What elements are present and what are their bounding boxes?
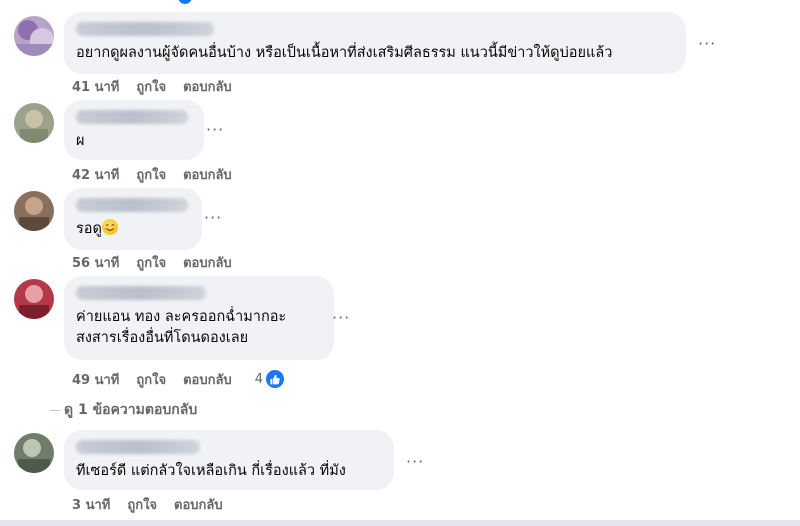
avatar[interactable] xyxy=(14,191,54,231)
reaction-count: 4 xyxy=(254,371,263,387)
comment-bubble: อยากดูผลงานผู้จัดคนอื่นบ้าง หรือเป็นเนื้… xyxy=(64,12,686,74)
comment-item: ทีเซอร์ดี แต่กลัวใจเหลือเกิน กี่เรื่องแล… xyxy=(14,430,494,520)
like-button[interactable]: ถูกใจ xyxy=(136,76,166,97)
like-button[interactable]: ถูกใจ xyxy=(136,252,166,273)
comment-item: ผ ··· 42 นาที ถูกใจ ตอบกลับ xyxy=(14,100,314,188)
comment-author-name-blurred[interactable] xyxy=(76,22,214,36)
more-options-button[interactable]: ··· xyxy=(206,120,224,139)
comment-author-name-blurred[interactable] xyxy=(76,110,188,124)
comment-item: อยากดูผลงานผู้จัดคนอื่นบ้าง หรือเป็นเนื้… xyxy=(14,12,774,102)
comment-bubble: ค่ายแอน ทอง ละครออกฉ่ำมากอะ สงสารเรื่องอ… xyxy=(64,276,334,360)
comment-timestamp[interactable]: 56 นาที xyxy=(72,252,119,273)
comment-text: ทีเซอร์ดี แต่กลัวใจเหลือเกิน กี่เรื่องแล… xyxy=(76,463,346,479)
like-button[interactable]: ถูกใจ xyxy=(136,369,166,390)
comment-actions: 42 นาที ถูกใจ ตอบกลับ xyxy=(72,164,249,185)
thumbs-up-icon xyxy=(263,368,286,390)
reply-button[interactable]: ตอบกลับ xyxy=(183,164,232,185)
avatar[interactable] xyxy=(14,103,54,143)
comment-text-line-1: ค่ายแอน ทอง ละครออกฉ่ำมากอะ xyxy=(76,309,287,325)
smiling-face-icon xyxy=(101,219,118,235)
comment-bubble: ผ xyxy=(64,100,204,160)
comment-author-name-blurred[interactable] xyxy=(76,286,206,300)
comment-actions: 41 นาที ถูกใจ ตอบกลับ xyxy=(72,76,249,97)
previous-comment-actions xyxy=(72,0,192,4)
comment-text: อยากดูผลงานผู้จัดคนอื่นบ้าง หรือเป็นเนื้… xyxy=(76,45,613,61)
comment-text-line-2: สงสารเรื่องอื่นที่โดนดองเลย xyxy=(76,330,249,346)
reaction-summary[interactable]: 4 xyxy=(255,368,286,390)
comment-author-name-blurred[interactable] xyxy=(76,198,188,212)
comment-timestamp[interactable]: 49 นาที xyxy=(72,369,119,390)
reply-button[interactable]: ตอบกลับ xyxy=(183,76,232,97)
comment-timestamp[interactable]: 41 นาที xyxy=(72,76,119,97)
more-options-button[interactable]: ··· xyxy=(332,308,350,327)
comment-text: รอดู xyxy=(76,219,190,240)
more-options-button[interactable]: ··· xyxy=(204,208,222,227)
more-options-button[interactable]: ··· xyxy=(406,452,424,471)
reply-button[interactable]: ตอบกลับ xyxy=(174,494,223,515)
avatar[interactable] xyxy=(14,433,54,473)
like-button[interactable]: ถูกใจ xyxy=(136,164,166,185)
avatar[interactable] xyxy=(14,16,54,56)
comment-bubble: ทีเซอร์ดี แต่กลัวใจเหลือเกิน กี่เรื่องแล… xyxy=(64,430,394,490)
comment-text: ผ xyxy=(76,133,85,149)
comment-actions: 3 นาที ถูกใจ ตอบกลับ xyxy=(72,494,240,515)
comment-timestamp[interactable]: 3 นาที xyxy=(72,494,110,515)
reply-button[interactable]: ตอบกลับ xyxy=(183,252,232,273)
bottom-divider xyxy=(0,520,800,526)
view-replies-label: ดู 1 ข้อความตอบกลับ xyxy=(64,402,198,418)
more-options-button[interactable]: ··· xyxy=(698,34,716,53)
reply-thread-line xyxy=(50,409,60,411)
like-reaction-icon xyxy=(178,0,192,4)
view-replies-link[interactable]: ดู 1 ข้อความตอบกลับ xyxy=(50,399,197,421)
avatar[interactable] xyxy=(14,279,54,319)
comment-actions: 49 นาที ถูกใจ ตอบกลับ 4 xyxy=(72,368,286,390)
comment-bubble: รอดู xyxy=(64,188,202,250)
comment-item: รอดู ··· 56 นาที ถูกใจ ตอบกลับ xyxy=(14,188,314,276)
comment-item: ค่ายแอน ทอง ละครออกฉ่ำมากอะ สงสารเรื่องอ… xyxy=(14,276,414,394)
comment-author-name-blurred[interactable] xyxy=(76,440,200,454)
reply-button[interactable]: ตอบกลับ xyxy=(183,369,232,390)
like-button[interactable]: ถูกใจ xyxy=(127,494,157,515)
comment-actions: 56 นาที ถูกใจ ตอบกลับ xyxy=(72,252,249,273)
comment-text-content: รอดู xyxy=(76,221,102,237)
comment-timestamp[interactable]: 42 นาที xyxy=(72,164,119,185)
